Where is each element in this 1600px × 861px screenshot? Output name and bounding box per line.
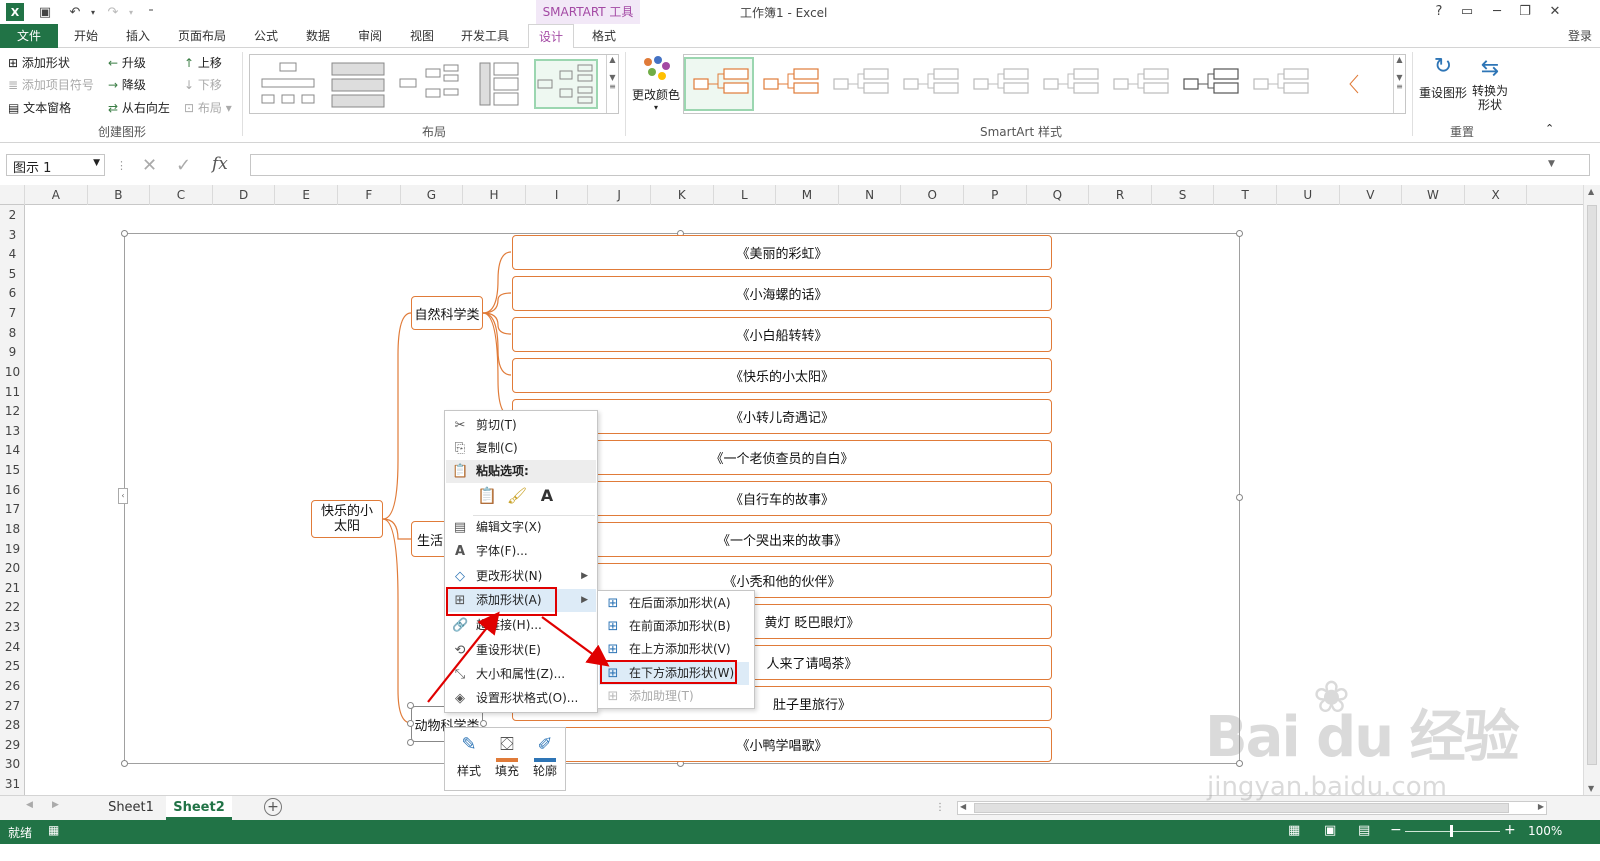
mini-style-button[interactable]: ✎ 样式	[451, 734, 487, 779]
paw-icon: ❀	[1313, 672, 1350, 723]
mini-toolbar: ✎ 样式 ⛋ 填充 ✐ 轮廓	[444, 727, 566, 791]
excel-window: X ▣ ↶ ▾ ↷ ▾ ⁼ SMARTART 工具 工作簿1 - Excel ?…	[0, 0, 1600, 861]
outline-pen-icon: ✐	[534, 734, 556, 762]
macro-record-icon[interactable]: ▦	[48, 823, 59, 837]
fill-bucket-icon: ⛋	[496, 734, 518, 762]
status-bar: 就绪 ▦ ▦ ▣ ▤ − + 100%	[0, 820, 1600, 844]
mini-outline-button[interactable]: ✐ 轮廓	[527, 734, 563, 779]
bottom-strip	[0, 844, 1600, 861]
sheet-tab-sheet1[interactable]: Sheet1	[100, 796, 162, 820]
watermark-url: jingyan.baidu.com	[1207, 772, 1447, 802]
baidu-watermark: Bai du 经验 ❀ jingyan.baidu.com	[1195, 672, 1520, 812]
next-sheet-icon[interactable]: ▶	[52, 800, 59, 810]
zoom-out-icon[interactable]: −	[1390, 822, 1402, 838]
zoom-in-icon[interactable]: +	[1504, 822, 1516, 838]
sheet-tab-sheet2[interactable]: Sheet2	[166, 796, 232, 820]
scroll-left-icon[interactable]: ◀	[960, 802, 966, 811]
new-sheet-icon[interactable]: +	[264, 798, 282, 816]
mini-fill-button[interactable]: ⛋ 填充	[489, 734, 525, 779]
tab-splitter-icon[interactable]: ⋮	[935, 802, 945, 813]
normal-view-icon[interactable]: ▦	[1288, 823, 1300, 838]
arrow-to-add-shape	[427, 611, 500, 703]
page-layout-view-icon[interactable]: ▣	[1324, 823, 1336, 838]
page-break-view-icon[interactable]: ▤	[1358, 823, 1370, 838]
style-icon: ✎	[461, 734, 477, 755]
scroll-right-icon[interactable]: ▶	[1538, 802, 1544, 811]
prev-sheet-icon[interactable]: ◀	[26, 800, 33, 810]
status-text: 就绪	[8, 826, 33, 840]
zoom-slider-thumb[interactable]	[1450, 825, 1453, 837]
arrow-to-add-below	[541, 616, 610, 667]
zoom-level[interactable]: 100%	[1528, 824, 1562, 838]
watermark-logo: Bai du 经验	[1205, 705, 1520, 770]
